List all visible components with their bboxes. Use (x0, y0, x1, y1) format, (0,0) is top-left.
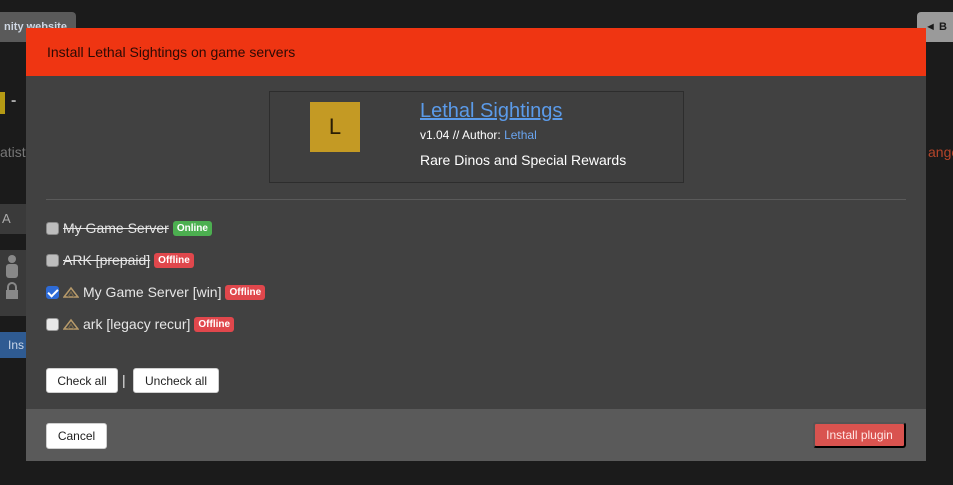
server-name: ARK [prepaid] (63, 252, 151, 268)
plugin-meta: v1.04 // Author: Lethal (420, 128, 537, 142)
background-install-button: Ins (0, 332, 26, 358)
plugin-logo: L (310, 102, 360, 152)
button-separator: | (122, 372, 126, 388)
plugin-description: Rare Dinos and Special Rewards (420, 152, 627, 168)
divider (46, 199, 906, 200)
lock-icon (6, 282, 18, 299)
server-checkbox[interactable] (46, 317, 59, 331)
background-dash: - (11, 92, 17, 109)
status-badge: Online (172, 220, 212, 236)
megaphone-icon: ◄ (925, 21, 936, 33)
person-icon (6, 255, 18, 278)
modal-title: Install Lethal Sightings on game servers (47, 44, 296, 60)
server-row: ark [legacy recur] Offline (46, 314, 235, 334)
ark-game-icon (63, 286, 79, 298)
plugin-card: L Lethal Sightings v1.04 // Author: Leth… (269, 91, 684, 183)
status-badge: Offline (225, 284, 266, 300)
announcement-tab-label: B (938, 21, 947, 33)
server-checkbox[interactable] (46, 285, 59, 299)
background-panel: A (0, 204, 26, 234)
background-ribbon (0, 92, 5, 114)
modal-header: Install Lethal Sightings on game servers (26, 28, 926, 76)
modal-footer: Cancel Install plugin (26, 409, 926, 461)
server-row: ARK [prepaid] Offline (46, 250, 194, 270)
plugin-author-link[interactable]: Lethal (504, 128, 537, 142)
status-badge: Offline (154, 252, 194, 268)
plugin-name-link[interactable]: Lethal Sightings (420, 100, 562, 123)
server-checkbox[interactable] (46, 253, 59, 267)
server-name: My Game Server [win] (83, 284, 222, 300)
background-panel-label: A (2, 211, 11, 226)
server-row: My Game Server [win] Offline (46, 282, 266, 302)
check-all-button[interactable]: Check all (46, 368, 118, 393)
server-name: My Game Server (63, 220, 169, 236)
plugin-version: v1.04 // Author: (420, 128, 505, 142)
background-text-left: atist (0, 144, 26, 160)
uncheck-all-button[interactable]: Uncheck all (133, 368, 219, 393)
install-plugin-button[interactable]: Install plugin (813, 422, 906, 448)
server-row: My Game Server Online (46, 218, 212, 238)
server-checkbox[interactable] (46, 221, 59, 235)
background-text-right: ange (928, 144, 953, 160)
cancel-button[interactable]: Cancel (46, 423, 107, 449)
status-badge: Offline (194, 316, 235, 332)
install-plugin-modal: Install Lethal Sightings on game servers… (26, 28, 926, 461)
server-name: ark [legacy recur] (83, 316, 191, 332)
modal-body: L Lethal Sightings v1.04 // Author: Leth… (26, 76, 926, 409)
ark-game-icon (63, 318, 79, 330)
